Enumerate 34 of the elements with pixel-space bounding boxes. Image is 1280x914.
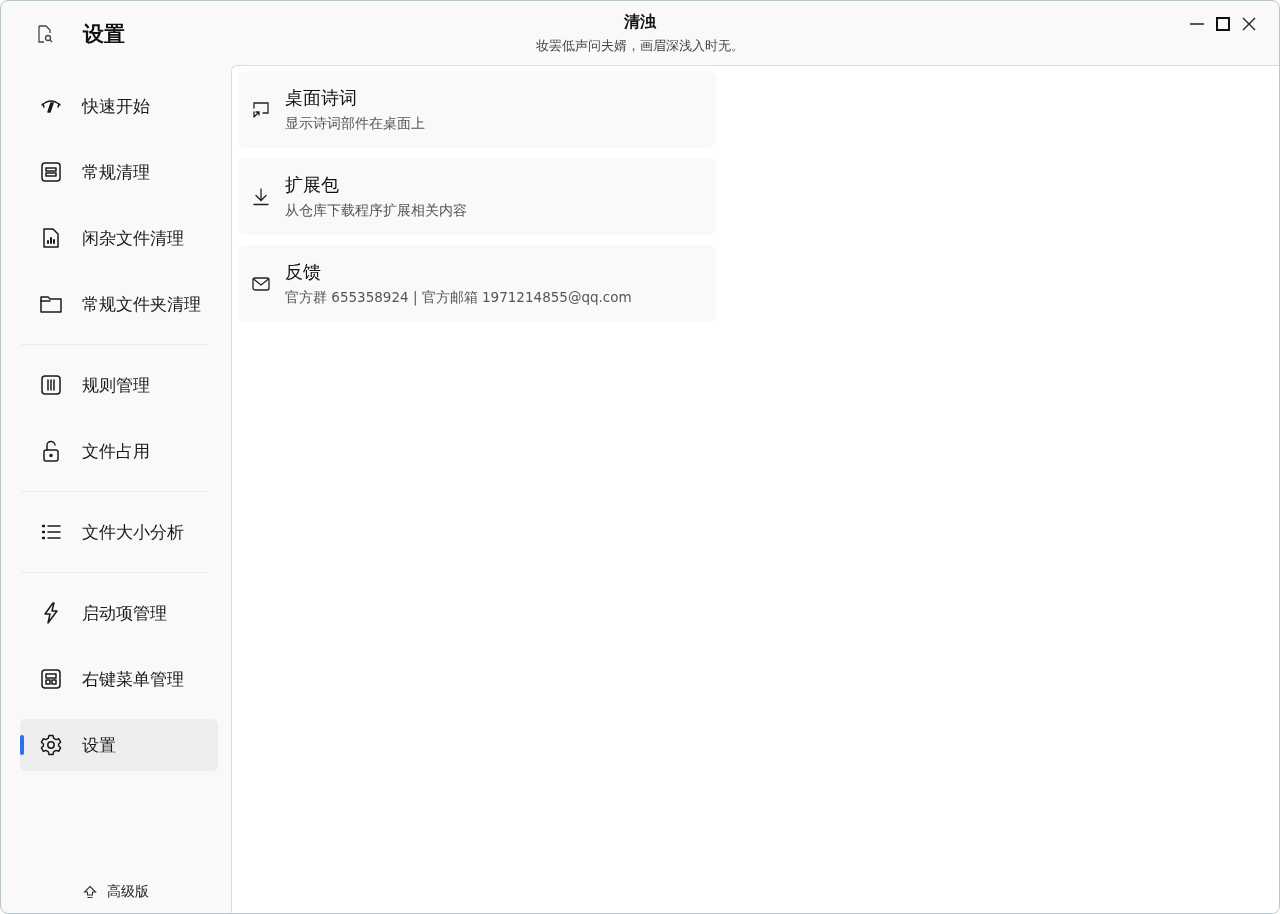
card-icon: [39, 160, 63, 184]
setting-description: 官方群 655358924 | 官方邮箱 1971214855@qq.com: [285, 289, 632, 307]
settings-card[interactable]: 扩展包 从仓库下载程序扩展相关内容: [238, 158, 716, 235]
nav-item[interactable]: 右键菜单管理: [20, 653, 218, 705]
nav-item[interactable]: 启动项管理: [20, 587, 218, 639]
window-title: 清浊: [624, 12, 656, 33]
nav-item[interactable]: 设置: [20, 719, 218, 771]
nav-item[interactable]: 快速开始: [20, 80, 218, 132]
document-search-icon: [35, 24, 55, 44]
maximize-icon: [1215, 16, 1231, 32]
download-icon: [251, 186, 271, 207]
premium-link[interactable]: 高级版: [77, 879, 155, 905]
setting-description: 从仓库下载程序扩展相关内容: [285, 202, 467, 220]
nav-item[interactable]: 文件占用: [20, 425, 218, 477]
settings-icon: [39, 733, 63, 757]
settings-card[interactable]: 桌面诗词 显示诗词部件在桌面上: [238, 71, 716, 148]
settings-card[interactable]: 反馈 官方群 655358924 | 官方邮箱 1971214855@qq.com: [238, 245, 716, 322]
upgrade-icon: [83, 885, 97, 899]
setting-description: 显示诗词部件在桌面上: [285, 115, 425, 133]
setting-title: 反馈: [285, 260, 322, 284]
minimize-icon: [1190, 23, 1204, 25]
nav-item[interactable]: 规则管理: [20, 359, 218, 411]
nav-item[interactable]: 常规文件夹清理: [20, 278, 218, 330]
columns-icon: [39, 373, 63, 397]
window-subtitle: 妆罢低声问夫婿，画眉深浅入时无。: [536, 37, 744, 55]
setting-title: 扩展包: [285, 173, 340, 197]
nav-item[interactable]: 文件大小分析: [20, 506, 218, 558]
setting-title: 桌面诗词: [285, 86, 358, 110]
close-icon: [1241, 16, 1257, 32]
grid-icon: [39, 667, 63, 691]
widget-icon: [251, 99, 271, 120]
app-title: 设置: [83, 21, 125, 48]
nav-item[interactable]: 常规清理: [20, 146, 218, 198]
nav-item[interactable]: 闲杂文件清理: [20, 212, 218, 264]
